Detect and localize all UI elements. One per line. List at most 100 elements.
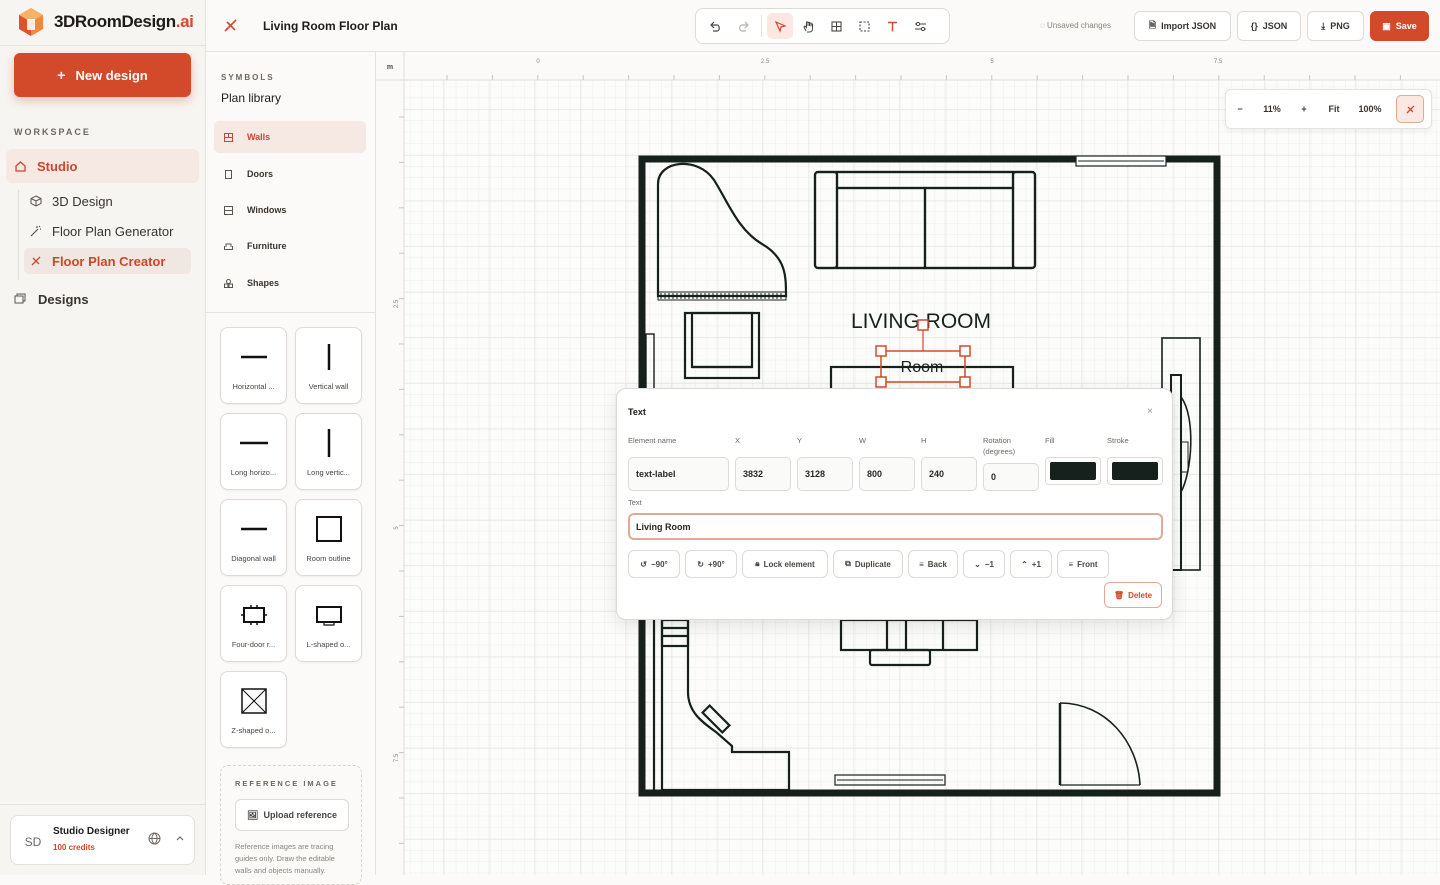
tile-long-vertical-wall[interactable]: Long vertic... xyxy=(295,413,362,490)
tile-label: Vertical wall xyxy=(308,382,349,391)
tile-room-outline[interactable]: Room outline xyxy=(295,499,362,576)
nav-designs-label: Designs xyxy=(38,291,89,307)
category-furniture[interactable]: Furniture xyxy=(214,230,366,262)
door-icon xyxy=(225,169,232,179)
undo-button[interactable] xyxy=(702,13,728,39)
tile-l-shaped-outline[interactable]: L-shaped o... xyxy=(295,585,362,662)
plan-library-title: Plan library xyxy=(221,91,282,105)
wall-tool-button[interactable] xyxy=(823,13,849,39)
chevron-up-icon[interactable] xyxy=(175,832,185,845)
x-input[interactable]: 3832 xyxy=(735,457,791,491)
measure-toggle-button[interactable] xyxy=(1396,95,1424,123)
divider xyxy=(206,312,376,313)
duplicate-button[interactable]: ⧉ Duplicate xyxy=(833,550,903,578)
sliders-icon xyxy=(914,21,926,31)
export-png-button[interactable]: ⤓ PNG xyxy=(1307,11,1364,41)
tile-horizontal-wall[interactable]: Horizontal ... xyxy=(220,327,287,404)
upload-reference-button[interactable]: 🖼 Upload reference xyxy=(235,799,349,831)
marquee-tool-button[interactable] xyxy=(851,13,877,39)
document-title[interactable]: Living Room Floor Plan xyxy=(263,19,398,33)
h-input[interactable]: 240 xyxy=(921,457,977,491)
export-json-button[interactable]: {} JSON xyxy=(1237,11,1301,41)
new-design-button[interactable]: + New design xyxy=(14,53,191,97)
brand-logo[interactable]: 3DRoomDesign.ai xyxy=(16,4,194,40)
long-vertical-wall-icon xyxy=(327,429,331,457)
ruler-left-label: 2.5 xyxy=(394,299,400,308)
tile-long-horizontal-wall[interactable]: Long horizo... xyxy=(220,413,287,490)
layer-up-button[interactable]: ⌃ +1 xyxy=(1010,550,1052,578)
unsaved-label: Unsaved changes xyxy=(1046,21,1112,30)
layer-back-icon: ≡ xyxy=(919,559,924,569)
tile-four-door-room[interactable]: Four-door r... xyxy=(220,585,287,662)
delete-button[interactable]: 🗑︎ Delete xyxy=(1104,582,1162,608)
rotate-left-button[interactable]: ↺ −90° xyxy=(628,550,680,578)
save-button[interactable]: ▣ Save xyxy=(1370,11,1429,41)
resize-handle[interactable] xyxy=(875,376,887,388)
user-card[interactable]: SD Studio Designer 100 credits xyxy=(10,815,195,865)
canvas-area[interactable]: m 0 2.5 5 7.5 2.5 5 7.5 LIVING ROOM Room… xyxy=(376,52,1440,875)
category-shapes[interactable]: Shapes xyxy=(214,267,366,299)
layer-down-button[interactable]: ⌄ −1 xyxy=(963,550,1005,578)
undo-icon xyxy=(709,21,720,32)
category-doors[interactable]: Doors xyxy=(214,158,366,190)
four-door-room-icon xyxy=(241,605,267,625)
z-shaped-outline-icon xyxy=(241,688,267,714)
rotate-handle[interactable] xyxy=(917,319,929,331)
element-name-input[interactable]: text-label xyxy=(628,457,729,491)
category-walls[interactable]: Walls xyxy=(214,121,366,153)
tile-diagonal-wall[interactable]: Diagonal wall xyxy=(220,499,287,576)
stroke-color-picker[interactable] xyxy=(1107,457,1163,485)
tile-label: Room outline xyxy=(306,554,351,563)
divider xyxy=(0,804,206,805)
import-json-button[interactable]: 🗎 Import JSON xyxy=(1134,11,1231,41)
tile-z-shaped-outline[interactable]: Z-shaped o... xyxy=(220,671,287,748)
y-input[interactable]: 3128 xyxy=(797,457,853,491)
select-tool-button[interactable] xyxy=(767,13,793,39)
send-back-button[interactable]: ≡ Back xyxy=(908,550,958,578)
nav-studio[interactable]: Studio xyxy=(6,149,199,183)
text-tool-button[interactable] xyxy=(879,13,905,39)
download-icon: ⤓ xyxy=(1321,20,1326,31)
plan-library-panel: SYMBOLS Plan library Walls Doors Windows… xyxy=(206,52,376,885)
nav-designs[interactable]: Designs xyxy=(14,290,89,308)
rotation-input[interactable]: 0 xyxy=(983,463,1039,491)
vertical-wall-icon xyxy=(327,344,331,370)
nav-floor-plan-generator[interactable]: Floor Plan Generator xyxy=(24,218,191,244)
pan-tool-button[interactable] xyxy=(795,13,821,39)
nav-3d-design[interactable]: 3D Design xyxy=(24,188,191,214)
zoom-controls: − 11% + Fit 100% xyxy=(1225,89,1432,129)
label-text: Text xyxy=(628,498,642,507)
text-input[interactable]: Living Room xyxy=(628,513,1163,540)
category-windows[interactable]: Windows xyxy=(214,194,366,226)
zoom-reset-button[interactable]: 100% xyxy=(1350,104,1390,114)
tile-label: L-shaped o... xyxy=(306,640,351,649)
horizontal-wall-icon xyxy=(241,355,267,359)
redo-button[interactable] xyxy=(730,13,756,39)
redo-icon xyxy=(738,21,749,32)
close-icon[interactable]: × xyxy=(1147,406,1153,417)
zoom-fit-button[interactable]: Fit xyxy=(1318,104,1350,114)
sofa-icon xyxy=(224,243,233,250)
sidebar: 3DRoomDesign.ai + New design WORKSPACE S… xyxy=(0,0,206,875)
settings-tool-button[interactable] xyxy=(907,13,933,39)
logo-icon xyxy=(19,8,43,36)
nav-floor-plan-creator[interactable]: Floor Plan Creator xyxy=(24,248,191,274)
globe-icon[interactable] xyxy=(148,832,161,845)
reference-image-label: REFERENCE IMAGE xyxy=(235,779,338,788)
zoom-in-button[interactable]: + xyxy=(1290,104,1318,114)
lock-element-button[interactable]: 🔒︎ Lock element xyxy=(742,550,828,578)
zoom-out-button[interactable]: − xyxy=(1226,104,1254,114)
fill-color-picker[interactable] xyxy=(1045,457,1101,485)
tile-vertical-wall[interactable]: Vertical wall xyxy=(295,327,362,404)
resize-handle[interactable] xyxy=(875,345,887,357)
bring-front-button[interactable]: ≡ Front xyxy=(1057,550,1109,578)
rotate-right-button[interactable]: ↻ +90° xyxy=(685,550,737,578)
category-walls-label: Walls xyxy=(247,132,271,142)
import-json-label: Import JSON xyxy=(1161,21,1217,31)
room-outline-icon xyxy=(316,516,342,542)
lock-element-label: Lock element xyxy=(763,559,815,569)
w-input[interactable]: 800 xyxy=(859,457,915,491)
resize-handle[interactable] xyxy=(959,345,971,357)
layer-front-icon: ≡ xyxy=(1068,559,1074,569)
resize-handle[interactable] xyxy=(959,376,971,388)
